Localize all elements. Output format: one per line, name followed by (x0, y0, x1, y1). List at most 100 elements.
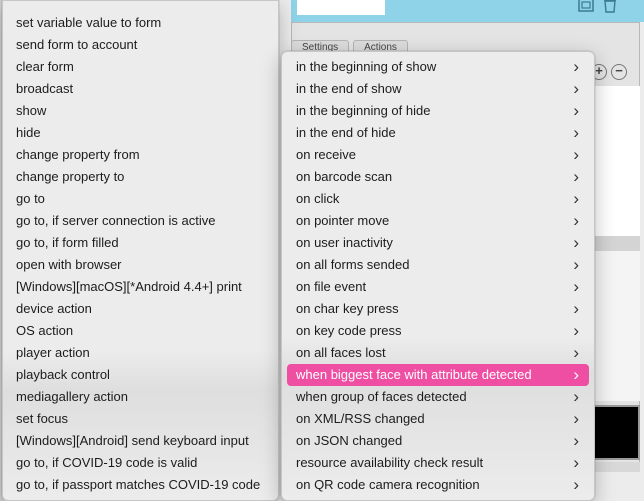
chevron-right-icon: › (573, 299, 579, 318)
event-menu-item[interactable]: when biggest face with attribute detecte… (287, 364, 589, 386)
action-menu-item[interactable]: show (3, 100, 278, 122)
event-menu-item[interactable]: when group of faces detected › (287, 386, 589, 408)
menu-item-label: on QR code camera recognition (296, 477, 480, 492)
menu-item-label: in the end of hide (296, 125, 396, 140)
action-menu-item[interactable]: change property from (3, 144, 278, 166)
event-menu-item[interactable]: on user inactivity › (287, 232, 589, 254)
chevron-right-icon: › (573, 79, 579, 98)
menu-item-label: [Windows][macOS][*Android 4.4+] print (16, 279, 242, 294)
menu-item-label: in the beginning of show (296, 59, 437, 74)
action-menu-item[interactable]: player action (3, 342, 278, 364)
chevron-right-icon: › (573, 277, 579, 296)
event-menu-item[interactable]: on char key press › (287, 298, 589, 320)
action-menu-item[interactable]: go to (3, 188, 278, 210)
menu-item-label: on all forms sended (296, 257, 410, 272)
menu-item-label: when group of faces detected (296, 389, 467, 404)
actions-context-menu: set variable value to form send form to a… (2, 0, 279, 501)
event-menu-item[interactable]: on click › (287, 188, 589, 210)
menu-item-label: clear form (16, 59, 74, 74)
menu-item-label: broadcast (16, 81, 74, 96)
menu-item-label: in the end of show (296, 81, 402, 96)
menu-item-label: resource availability check result (296, 455, 484, 470)
event-menu-item[interactable]: in the beginning of show › (287, 56, 589, 78)
action-menu-item[interactable]: change property to (3, 166, 278, 188)
chevron-right-icon: › (573, 365, 579, 384)
event-menu-item[interactable]: on barcode scan › (287, 166, 589, 188)
action-menu-item[interactable]: go to, if form filled (3, 232, 278, 254)
menu-item-label: open with browser (16, 257, 122, 272)
action-menu-item[interactable]: set variable value to form (3, 12, 278, 34)
top-icon-group (577, 0, 617, 13)
action-menu-item[interactable]: device action (3, 298, 278, 320)
action-menu-item[interactable]: playback control (3, 364, 278, 386)
event-menu-item[interactable]: resource availability check result › (287, 452, 589, 474)
action-menu-item[interactable]: set focus (3, 408, 278, 430)
action-menu-item[interactable]: open with browser (3, 254, 278, 276)
event-menu-item[interactable]: on file event › (287, 276, 589, 298)
menu-item-label: on click (296, 191, 340, 206)
action-menu-item[interactable]: go to, if server connection is active (3, 210, 278, 232)
remove-icon[interactable]: − (611, 64, 627, 80)
menu-item-label: mediagallery action (16, 389, 129, 404)
chevron-right-icon: › (573, 189, 579, 208)
preview-white-box (297, 0, 385, 15)
event-menu-item[interactable]: on all forms sended › (287, 254, 589, 276)
event-menu-item[interactable]: on QR code camera recognition › (287, 474, 589, 496)
event-menu-item[interactable]: on key code press › (287, 320, 589, 342)
action-menu-item[interactable]: go to, if COVID-19 code is valid (3, 452, 278, 474)
action-menu-item[interactable]: mediagallery action (3, 386, 278, 408)
menu-item-label: set focus (16, 411, 69, 426)
action-menu-item[interactable]: [Windows][macOS][*Android 4.4+] print (3, 276, 278, 298)
menu-item-label: send form to account (16, 37, 138, 52)
menu-item-label: on pointer move (296, 213, 390, 228)
chevron-right-icon: › (573, 409, 579, 428)
events-submenu: in the beginning of show › in the end of s… (281, 51, 595, 501)
action-menu-item[interactable]: OS action (3, 320, 278, 342)
menu-item-label: on XML/RSS changed (296, 411, 425, 426)
menu-item-label: on file event (296, 279, 367, 294)
menu-item-label: hide (16, 125, 41, 140)
action-menu-item[interactable]: send form to account (3, 34, 278, 56)
menu-item-label: on char key press (296, 301, 399, 316)
list-buttons: + − (591, 64, 627, 80)
menu-item-label: change property to (16, 169, 125, 184)
event-menu-item[interactable]: on JSON changed › (287, 430, 589, 452)
action-menu-item[interactable]: go to, if passport matches COVID-19 code (3, 474, 278, 496)
menu-item-label: go to, if passport matches COVID-19 code (16, 477, 261, 492)
menu-item-label: device action (16, 301, 92, 316)
bottom-scrollbar[interactable] (593, 462, 640, 472)
chevron-right-icon: › (573, 343, 579, 362)
secondary-list-area (593, 251, 640, 401)
action-menu-item[interactable]: broadcast (3, 78, 278, 100)
action-menu-item[interactable]: clear form (3, 56, 278, 78)
section-divider (593, 236, 640, 251)
event-menu-item[interactable]: on all faces lost › (287, 342, 589, 364)
trash-icon[interactable] (603, 0, 617, 13)
actions-list-area (593, 86, 640, 236)
menu-item-label: player action (16, 345, 90, 360)
event-menu-item[interactable]: in the beginning of hide › (287, 100, 589, 122)
chevron-right-icon: › (573, 475, 579, 494)
menu-item-label: go to, if form filled (16, 235, 119, 250)
preview-dark-box (593, 405, 640, 460)
chevron-right-icon: › (573, 255, 579, 274)
menu-item-label: on receive (296, 147, 356, 162)
menu-item-label: go to, if COVID-19 code is valid (16, 455, 198, 470)
menu-item-label: OS action (16, 323, 74, 338)
action-menu-item[interactable]: [Windows][Android] send keyboard input (3, 430, 278, 452)
event-menu-item[interactable]: on receive › (287, 144, 589, 166)
menu-item-label: on JSON changed (296, 433, 403, 448)
window-icon[interactable] (577, 0, 595, 13)
event-menu-item[interactable]: on XML/RSS changed › (287, 408, 589, 430)
menu-item-label: [Windows][Android] send keyboard input (16, 433, 249, 448)
event-menu-item[interactable]: in the end of hide › (287, 122, 589, 144)
chevron-right-icon: › (573, 123, 579, 142)
chevron-right-icon: › (573, 167, 579, 186)
chevron-right-icon: › (573, 101, 579, 120)
menu-item-label: on all faces lost (296, 345, 386, 360)
event-menu-item[interactable]: on pointer move › (287, 210, 589, 232)
menu-item-label: when biggest face with attribute detecte… (296, 367, 532, 382)
event-menu-item[interactable]: in the end of show › (287, 78, 589, 100)
action-menu-item[interactable]: hide (3, 122, 278, 144)
menu-item-label: change property from (16, 147, 140, 162)
